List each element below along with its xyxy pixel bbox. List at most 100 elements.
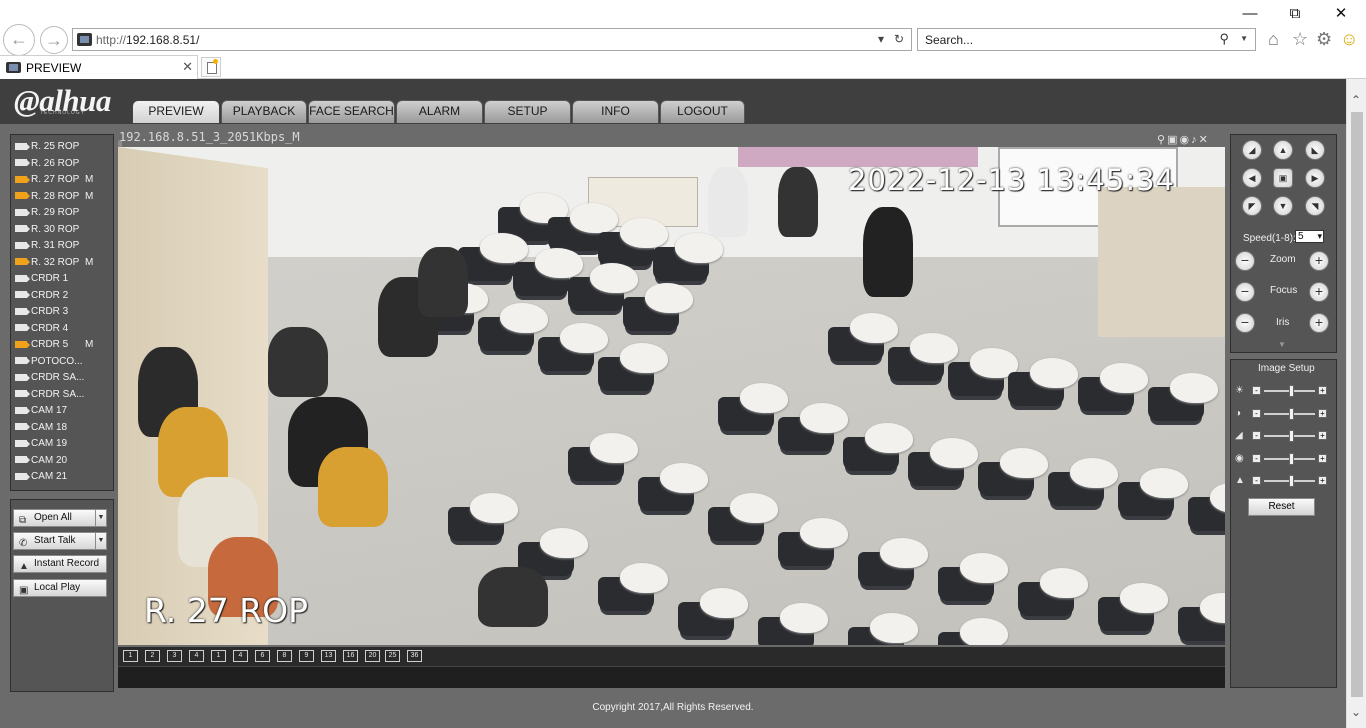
decrease-icon[interactable]: - bbox=[1252, 408, 1261, 418]
split-screen-button[interactable]: 9 bbox=[299, 650, 314, 662]
nav-tab-logout[interactable]: LOGOUT bbox=[660, 100, 745, 123]
snapshot-icon[interactable]: ▣ bbox=[1167, 134, 1179, 146]
channel-item[interactable]: R. 32 ROP M bbox=[15, 255, 93, 270]
focus-far-icon[interactable]: + bbox=[1309, 282, 1329, 302]
split-screen-button[interactable]: 16 bbox=[343, 650, 358, 662]
image-adjust-slider[interactable]: - + bbox=[1252, 475, 1327, 487]
channel-item[interactable]: CRDR SA... bbox=[15, 370, 84, 385]
channel-item[interactable]: CRDR 4 bbox=[15, 321, 68, 336]
slider-knob[interactable] bbox=[1289, 407, 1295, 420]
split-screen-button[interactable]: 4 bbox=[189, 650, 204, 662]
ptz-up-icon[interactable]: ▲ bbox=[1273, 140, 1293, 160]
split-screen-button[interactable]: 36 bbox=[407, 650, 422, 662]
channel-item[interactable]: CRDR 1 bbox=[15, 271, 68, 286]
browser-search-box[interactable]: ⚲ ▼ bbox=[917, 28, 1256, 51]
scroll-up-icon[interactable]: ⌃ bbox=[1351, 93, 1361, 107]
ptz-up-right-icon[interactable]: ◣ bbox=[1305, 140, 1325, 160]
increase-icon[interactable]: + bbox=[1318, 453, 1327, 463]
scrollbar-thumb[interactable] bbox=[1351, 112, 1363, 697]
local-play-button[interactable]: ▣ Local Play bbox=[13, 579, 107, 597]
channel-item[interactable]: CRDR 2 bbox=[15, 288, 68, 303]
increase-icon[interactable]: + bbox=[1318, 431, 1327, 440]
ptz-speed-select[interactable]: 5 bbox=[1295, 230, 1324, 243]
minimize-icon[interactable]: — bbox=[1240, 4, 1260, 24]
increase-icon[interactable]: + bbox=[1318, 386, 1327, 395]
ptz-down-left-icon[interactable]: ◤ bbox=[1242, 196, 1262, 216]
ptz-right-icon[interactable]: ▶ bbox=[1305, 168, 1325, 188]
audio-icon[interactable]: ♪ bbox=[1191, 134, 1199, 146]
split-screen-button[interactable]: 25 bbox=[385, 650, 400, 662]
image-reset-button[interactable]: Reset bbox=[1248, 498, 1315, 516]
record-icon[interactable]: ◉ bbox=[1179, 134, 1191, 146]
nav-tab-preview[interactable]: PREVIEW bbox=[132, 100, 220, 123]
search-icon[interactable]: ⚲ bbox=[1219, 31, 1229, 47]
search-dropdown-icon[interactable]: ▼ bbox=[1240, 34, 1248, 43]
forward-arrow-icon[interactable]: → bbox=[40, 26, 68, 54]
split-screen-button[interactable]: 1 bbox=[123, 650, 138, 662]
address-bar[interactable]: http://192.168.8.51/ ▾ ↻ bbox=[72, 28, 912, 51]
split-screen-button[interactable]: 1 bbox=[211, 650, 226, 662]
iris-open-icon[interactable]: + bbox=[1309, 313, 1329, 333]
browser-tab-preview[interactable]: PREVIEW ✕ bbox=[0, 55, 198, 80]
start-talk-dropdown[interactable]: ▼ bbox=[95, 532, 107, 550]
focus-near-icon[interactable]: − bbox=[1235, 282, 1255, 302]
ptz-down-right-icon[interactable]: ◥ bbox=[1305, 196, 1325, 216]
tab-close-icon[interactable]: ✕ bbox=[182, 59, 193, 75]
ptz-down-icon[interactable]: ▼ bbox=[1273, 196, 1293, 216]
channel-item[interactable]: CRDR 5 M bbox=[15, 337, 93, 352]
favorites-star-icon[interactable]: ☆ bbox=[1292, 29, 1308, 49]
channel-item[interactable]: R. 25 ROP bbox=[15, 139, 79, 154]
channel-item[interactable]: R. 30 ROP bbox=[15, 222, 79, 237]
address-url[interactable]: http://192.168.8.51/ bbox=[96, 33, 199, 47]
slider-knob[interactable] bbox=[1289, 430, 1295, 442]
collapse-ptz-icon[interactable]: ▼ bbox=[1278, 340, 1286, 349]
iris-close-icon[interactable]: − bbox=[1235, 313, 1255, 333]
restore-icon[interactable]: ⧉ bbox=[1285, 4, 1305, 24]
channel-item[interactable]: POTOCO... bbox=[15, 354, 83, 369]
decrease-icon[interactable]: - bbox=[1252, 431, 1261, 440]
channel-item[interactable]: R. 28 ROP M bbox=[15, 189, 93, 204]
channel-item[interactable]: R. 29 ROP bbox=[15, 205, 79, 220]
image-adjust-slider[interactable]: - + bbox=[1252, 407, 1327, 420]
decrease-icon[interactable]: - bbox=[1252, 453, 1261, 463]
home-icon[interactable]: ⌂ bbox=[1268, 29, 1279, 49]
channel-item[interactable]: R. 27 ROP M bbox=[15, 172, 93, 187]
channel-item[interactable]: CRDR 3 bbox=[15, 304, 68, 319]
ptz-up-left-icon[interactable]: ◢ bbox=[1242, 140, 1262, 160]
slider-knob[interactable] bbox=[1289, 385, 1295, 397]
scroll-down-icon[interactable]: ⌄ bbox=[1351, 705, 1361, 719]
image-adjust-slider[interactable]: - + bbox=[1252, 452, 1327, 465]
page-scrollbar[interactable]: ⌃ ⌄ bbox=[1346, 79, 1366, 728]
address-dropdown-icon[interactable]: ▾ bbox=[878, 32, 884, 46]
increase-icon[interactable]: + bbox=[1318, 408, 1327, 418]
open-all-dropdown[interactable]: ▼ bbox=[95, 509, 107, 527]
close-icon[interactable]: ✕ bbox=[1331, 4, 1351, 24]
nav-tab-face-search[interactable]: FACE SEARCH bbox=[308, 100, 395, 123]
instant-record-button[interactable]: ▲ Instant Record bbox=[13, 555, 107, 573]
split-screen-button[interactable]: 2 bbox=[145, 650, 160, 662]
image-adjust-slider[interactable]: - + bbox=[1252, 385, 1327, 397]
nav-tab-info[interactable]: INFO bbox=[572, 100, 659, 123]
channel-item[interactable]: CRDR SA... bbox=[15, 387, 84, 402]
zoom-out-icon[interactable]: − bbox=[1235, 251, 1255, 271]
increase-icon[interactable]: + bbox=[1318, 476, 1327, 485]
image-adjust-slider[interactable]: - + bbox=[1252, 430, 1327, 442]
settings-gear-icon[interactable]: ⚙ bbox=[1316, 29, 1332, 49]
close-video-icon[interactable]: ✕ bbox=[1199, 134, 1210, 146]
nav-tab-setup[interactable]: SETUP bbox=[484, 100, 571, 123]
channel-item[interactable]: CAM 20 bbox=[15, 453, 67, 468]
channel-item[interactable]: R. 31 ROP bbox=[15, 238, 79, 253]
ptz-left-icon[interactable]: ◀ bbox=[1242, 168, 1262, 188]
channel-item[interactable]: CAM 21 bbox=[15, 469, 67, 484]
decrease-icon[interactable]: - bbox=[1252, 476, 1261, 485]
split-screen-button[interactable]: 3 bbox=[167, 650, 182, 662]
new-tab-icon[interactable] bbox=[201, 57, 221, 77]
nav-tab-alarm[interactable]: ALARM bbox=[396, 100, 483, 123]
split-screen-button[interactable]: 6 bbox=[255, 650, 270, 662]
channel-item[interactable]: R. 26 ROP bbox=[15, 156, 79, 171]
slider-knob[interactable] bbox=[1289, 452, 1295, 465]
channel-item[interactable]: CAM 17 bbox=[15, 403, 67, 418]
ptz-auto-icon[interactable]: ▣ bbox=[1273, 168, 1293, 188]
split-screen-button[interactable]: 8 bbox=[277, 650, 292, 662]
channel-item[interactable]: CAM 19 bbox=[15, 436, 67, 451]
